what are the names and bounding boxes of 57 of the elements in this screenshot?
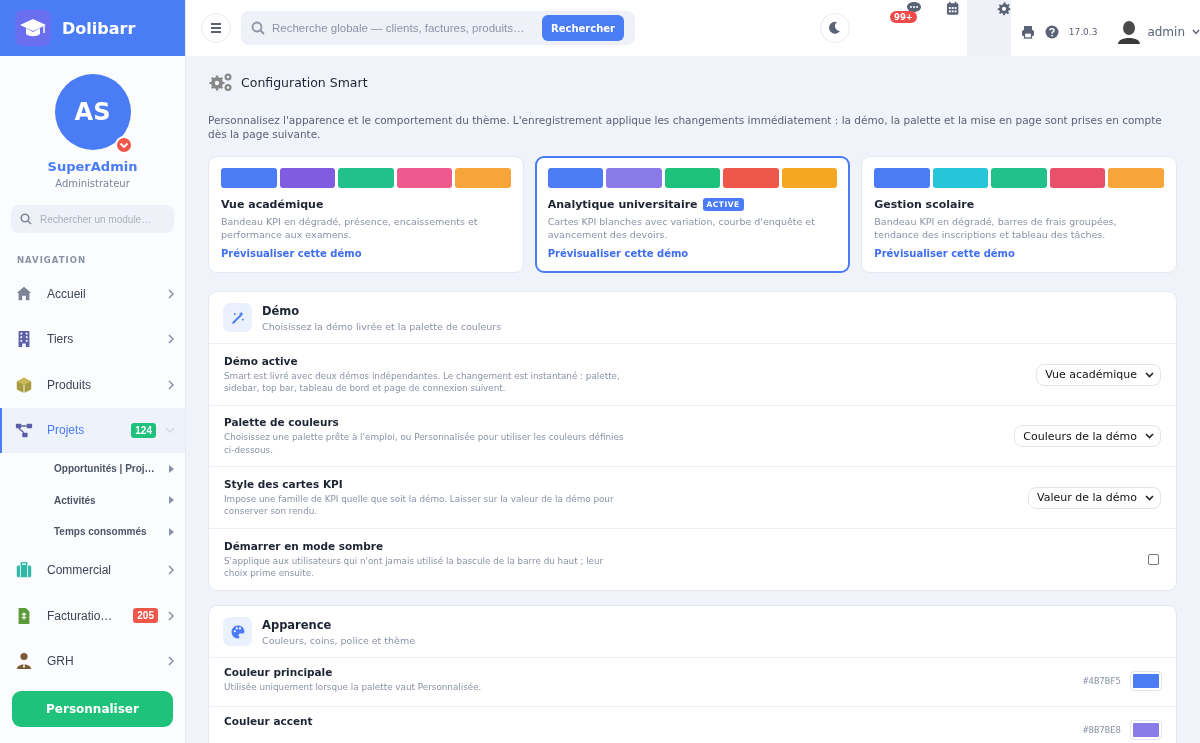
section-title: Apparence (262, 617, 333, 632)
module-search-field[interactable]: Rechercher un module… (40, 213, 165, 225)
demo-title: Vue académique (221, 198, 324, 212)
count-badge: 205 (133, 608, 158, 624)
hex-value: #4B7BF5 (1083, 676, 1121, 687)
dropdown[interactable]: Vue académique (1036, 363, 1161, 386)
setting-description: Smart est livré avec deux démos indépendantes. Le changement est instantané : palette, sidebar, top bar, tableau de bord et page de connexion suivent. (224, 369, 621, 395)
user-menu[interactable]: admin (1118, 20, 1200, 44)
setting-label: Couleur principale (224, 666, 334, 679)
setting-description: Choisissez une palette prête à l'emploi, ou Personnalisée pour utiliser les couleurs définies ci-dessous. (224, 431, 624, 456)
setting-description: S'applique aux utilisateurs qui n'ont jamais utilisé la bascule de la barre du haut ; leur choix prime ensuite. (224, 554, 605, 580)
notification-badge: 99+ (890, 11, 917, 23)
setting-description: Utilisée uniquement lorsque la palette vaut Personnalisée. (224, 681, 483, 694)
preview-link[interactable]: Prévisualiser cette démo (221, 247, 362, 259)
submenu-item[interactable]: Activités (0, 484, 185, 516)
demo-card[interactable]: Vue académique Bandeau KPI en dégradé, présence, encaissements et performance aux examens. Prévisualiser cette démo (208, 156, 524, 274)
nav-item[interactable]: GRH (0, 638, 185, 684)
section-subtitle: Choisissez la démo livrée et la palette de couleurs (262, 320, 502, 332)
setting-description: Impose une famille de KPI quelle que soit la démo. Laisser sur la valeur de la démo pour conserver son rendu. (224, 492, 615, 518)
demo-description: Bandeau KPI en dégradé, barres de frais groupées, tendance des inscriptions et tableau des tâches. (874, 216, 1118, 242)
section-subtitle: Couleurs, coins, police et thème (262, 634, 416, 646)
module-search-box[interactable]: Rechercher un module… (11, 205, 174, 233)
preview-link[interactable]: Prévisualiser cette démo (874, 247, 1015, 259)
demo-title: Gestion scolaire (874, 198, 975, 212)
section-label: NAVIGATION (17, 255, 88, 265)
submenu-item[interactable]: Opportunités | Proj… (0, 453, 185, 485)
setting-label: Démarrer en mode sombre (224, 539, 385, 552)
nav-item[interactable]: Commercial (0, 547, 185, 593)
hex-value: #8B7BE8 (1083, 725, 1121, 736)
nav-item[interactable]: Tiers (0, 316, 185, 362)
count-badge: 124 (131, 422, 156, 438)
section-title: Démo (262, 303, 301, 318)
nav-item[interactable]: Accueil (0, 271, 185, 317)
user-role: Administrateur (55, 178, 130, 189)
global-search-bar[interactable]: Recherche globale — clients, factures, produits… Rechercher (241, 11, 635, 45)
demo-card[interactable]: Gestion scolaire Bandeau KPI en dégradé, barres de frais groupées, tendance des inscriptions et tableau des tâches. Prévisualiser cette démo (861, 156, 1177, 274)
dropdown[interactable]: Couleurs de la démo (1014, 425, 1161, 448)
global-search-field[interactable]: Recherche globale — clients, factures, produits… (272, 22, 542, 34)
setting-label: Couleur accent (224, 715, 314, 728)
submenu-item[interactable]: Temps consommés (0, 516, 185, 548)
nav-item[interactable]: Facturatio… 205 (0, 593, 185, 639)
version-label: 17.0.3 (1068, 27, 1098, 37)
dropdown[interactable]: Valeur de la démo (1028, 486, 1161, 509)
demo-description: Bandeau KPI en dégradé, présence, encaissements et performance aux examens. (221, 216, 479, 242)
brand-name: Dolibarr (62, 18, 136, 38)
search-button[interactable]: Rechercher (542, 15, 624, 41)
avatar: AS (54, 74, 131, 150)
intro-text: Personnalisez l'apparence et le comportement du thème. L'enregistrement applique les changements immédiatement : la démo, la palette et la mise en page sont prises en compte dès la page suivante. (208, 114, 1163, 142)
user-name: SuperAdmin (47, 159, 138, 174)
setting-label: Style des cartes KPI (224, 477, 344, 490)
setting-label: Palette de couleurs (224, 416, 340, 429)
preview-link[interactable]: Prévisualiser cette démo (547, 247, 689, 259)
demo-title: Analytique universitaire (547, 198, 698, 212)
setting-label: Démo active (224, 354, 299, 367)
page-title: Configuration Smart (241, 75, 368, 90)
nav-item[interactable]: Produits (0, 362, 185, 408)
demo-description: Cartes KPI blanches avec variation, courbe d'enquête et avancement des devoirs. (547, 216, 816, 242)
